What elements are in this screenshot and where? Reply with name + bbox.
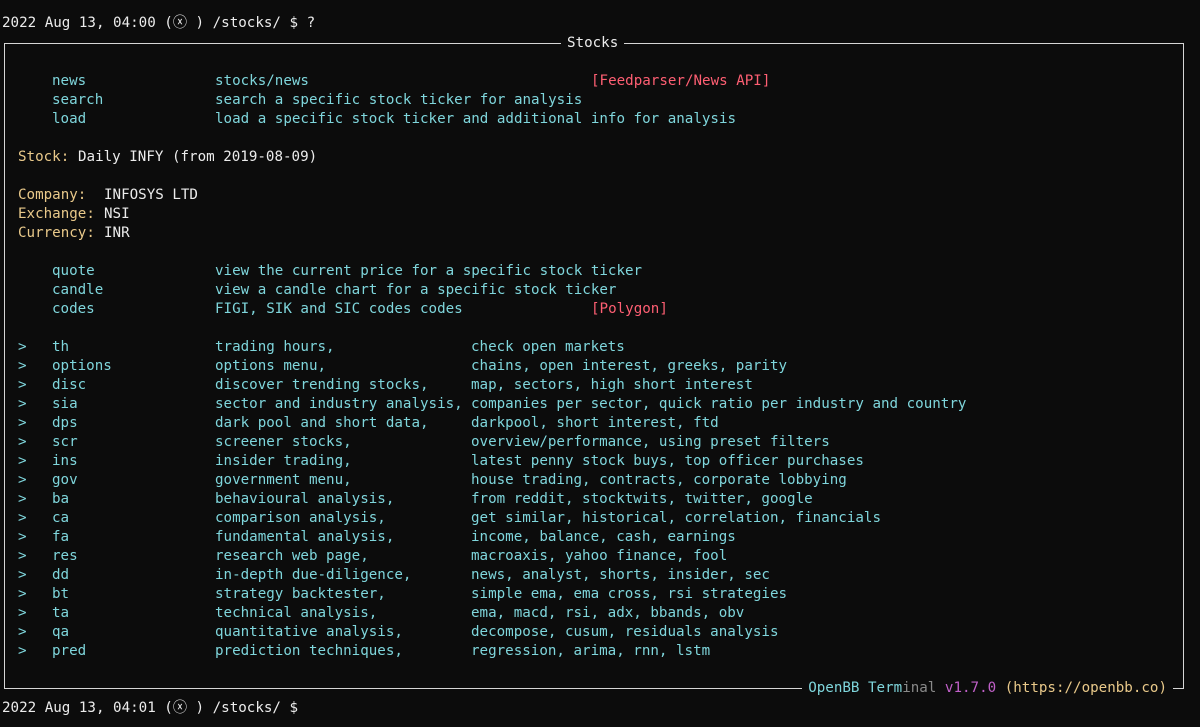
submenu-gov[interactable]: gov bbox=[52, 471, 78, 490]
submenu-description: trading hours, bbox=[215, 339, 335, 355]
submenu-description: quantitative analysis, bbox=[215, 624, 403, 640]
command-quote[interactable]: quote bbox=[52, 262, 95, 281]
submenu-arrow: > bbox=[18, 643, 27, 659]
submenu-ba[interactable]: ba bbox=[52, 490, 69, 509]
exchange-value: NSI bbox=[104, 206, 130, 222]
submenu-details: house trading, contracts, corporate lobb… bbox=[471, 472, 847, 488]
submenu-details: macroaxis, yahoo finance, fool bbox=[471, 548, 728, 564]
submenu-description: government menu, bbox=[215, 472, 352, 488]
submenu-details: ema, macd, rsi, adx, bbands, obv bbox=[471, 605, 745, 621]
submenu-description: technical analysis, bbox=[215, 605, 378, 621]
command-news[interactable]: news bbox=[52, 72, 86, 91]
submenu-ins[interactable]: ins bbox=[52, 452, 78, 471]
submenu-details: companies per sector, quick ratio per in… bbox=[471, 396, 967, 412]
command-description: search a specific stock ticker for analy… bbox=[215, 92, 583, 108]
submenu-details: latest penny stock buys, top officer pur… bbox=[471, 453, 864, 469]
submenu-arrow: > bbox=[18, 510, 27, 526]
submenu-description: comparison analysis, bbox=[215, 510, 386, 526]
submenu-dd[interactable]: dd bbox=[52, 566, 69, 585]
submenu-details: overview/performance, using preset filte… bbox=[471, 434, 830, 450]
stock-label: Stock: bbox=[18, 149, 70, 165]
terminal-prompt-top: 2022 Aug 13, 04:00 (ⓧ ) /stocks/ $ ? bbox=[2, 15, 316, 31]
submenu-arrow: > bbox=[18, 605, 27, 621]
command-load[interactable]: load bbox=[52, 110, 86, 129]
submenu-fa[interactable]: fa bbox=[52, 528, 69, 547]
submenu-arrow: > bbox=[18, 415, 27, 431]
submenu-arrow: > bbox=[18, 491, 27, 507]
submenu-arrow: > bbox=[18, 358, 27, 374]
submenu-pred[interactable]: pred bbox=[52, 642, 86, 661]
command-description: load a specific stock ticker and additio… bbox=[215, 111, 737, 127]
submenu-arrow: > bbox=[18, 548, 27, 564]
submenu-res[interactable]: res bbox=[52, 547, 78, 566]
submenu-bt[interactable]: bt bbox=[52, 585, 69, 604]
panel-footer: OpenBB Terminal v1.7.0 (https://openbb.c… bbox=[802, 679, 1173, 698]
submenu-description: discover trending stocks, bbox=[215, 377, 429, 393]
command-description: view a candle chart for a specific stock… bbox=[215, 282, 617, 298]
command-description: FIGI, SIK and SIC codes codes bbox=[215, 301, 463, 317]
submenu-description: options menu, bbox=[215, 358, 327, 374]
submenu-arrow: > bbox=[18, 567, 27, 583]
submenu-arrow: > bbox=[18, 339, 27, 355]
submenu-description: sector and industry analysis, bbox=[215, 396, 463, 412]
submenu-arrow: > bbox=[18, 586, 27, 602]
submenu-qa[interactable]: qa bbox=[52, 623, 69, 642]
submenu-description: prediction techniques, bbox=[215, 643, 403, 659]
company-value: INFOSYS LTD bbox=[104, 187, 198, 203]
currency-label: Currency: bbox=[18, 225, 95, 241]
submenu-details: get similar, historical, correlation, fi… bbox=[471, 510, 881, 526]
submenu-arrow: > bbox=[18, 624, 27, 640]
submenu-arrow: > bbox=[18, 377, 27, 393]
submenu-ca[interactable]: ca bbox=[52, 509, 69, 528]
command-codes[interactable]: codes bbox=[52, 300, 95, 319]
submenu-description: dark pool and short data, bbox=[215, 415, 429, 431]
data-source-badge: [Feedparser/News API] bbox=[591, 73, 771, 89]
submenu-details: news, analyst, shorts, insider, sec bbox=[471, 567, 770, 583]
submenu-details: income, balance, cash, earnings bbox=[471, 529, 736, 545]
submenu-description: insider trading, bbox=[215, 453, 352, 469]
data-source-badge: [Polygon] bbox=[591, 301, 668, 317]
submenu-description: screener stocks, bbox=[215, 434, 352, 450]
submenu-details: regression, arima, rnn, lstm bbox=[471, 643, 711, 659]
stock-value: Daily INFY (from 2019-08-09) bbox=[78, 149, 318, 165]
submenu-details: check open markets bbox=[471, 339, 625, 355]
submenu-arrow: > bbox=[18, 396, 27, 412]
submenu-dps[interactable]: dps bbox=[52, 414, 78, 433]
submenu-details: darkpool, short interest, ftd bbox=[471, 415, 719, 431]
submenu-details: chains, open interest, greeks, parity bbox=[471, 358, 788, 374]
currency-value: INR bbox=[104, 225, 130, 241]
exchange-label: Exchange: bbox=[18, 206, 95, 222]
submenu-description: strategy backtester, bbox=[215, 586, 386, 602]
footer-inal-text: inal bbox=[902, 680, 937, 696]
submenu-description: research web page, bbox=[215, 548, 369, 564]
footer-url[interactable]: (https://openbb.co) bbox=[1005, 680, 1167, 696]
submenu-description: fundamental analysis, bbox=[215, 529, 395, 545]
company-label: Company: bbox=[18, 187, 87, 203]
footer-openbb-text: OpenBB Term bbox=[808, 680, 903, 696]
submenu-details: from reddit, stocktwits, twitter, google bbox=[471, 491, 813, 507]
submenu-scr[interactable]: scr bbox=[52, 433, 78, 452]
submenu-details: simple ema, ema cross, rsi strategies bbox=[471, 586, 788, 602]
submenu-details: map, sectors, high short interest bbox=[471, 377, 753, 393]
submenu-arrow: > bbox=[18, 529, 27, 545]
submenu-description: behavioural analysis, bbox=[215, 491, 395, 507]
terminal-prompt-bottom[interactable]: 2022 Aug 13, 04:01 (ⓧ ) /stocks/ $ bbox=[2, 699, 298, 718]
submenu-options[interactable]: options bbox=[52, 357, 112, 376]
command-description: stocks/news bbox=[215, 73, 309, 89]
command-description: view the current price for a specific st… bbox=[215, 263, 643, 279]
submenu-arrow: > bbox=[18, 453, 27, 469]
submenu-details: decompose, cusum, residuals analysis bbox=[471, 624, 779, 640]
submenu-sia[interactable]: sia bbox=[52, 395, 78, 414]
footer-version: v1.7.0 bbox=[944, 680, 997, 696]
command-search[interactable]: search bbox=[52, 91, 103, 110]
submenu-ta[interactable]: ta bbox=[52, 604, 69, 623]
submenu-disc[interactable]: disc bbox=[52, 376, 86, 395]
submenu-description: in-depth due-diligence, bbox=[215, 567, 412, 583]
command-candle[interactable]: candle bbox=[52, 281, 103, 300]
submenu-arrow: > bbox=[18, 472, 27, 488]
panel-title: Stocks bbox=[561, 34, 625, 53]
submenu-arrow: > bbox=[18, 434, 27, 450]
submenu-th[interactable]: th bbox=[52, 338, 69, 357]
